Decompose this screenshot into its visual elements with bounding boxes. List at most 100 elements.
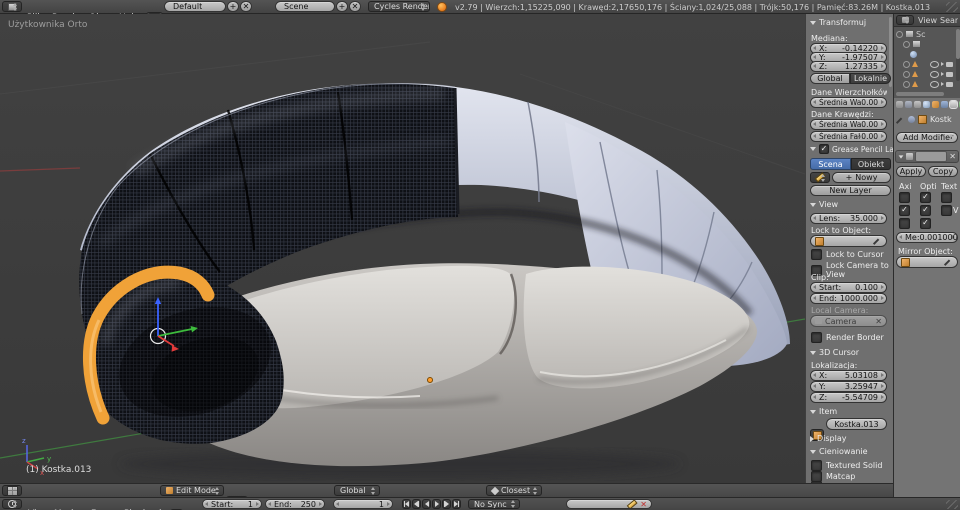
mirror-option-checkbox[interactable]: ✓ — [920, 218, 931, 229]
tab-constraints-icon[interactable] — [941, 101, 948, 108]
clip-start-field[interactable]: Start: 0.100 — [810, 282, 887, 293]
mean-crease-field[interactable]: Średnia Fałda:0.00 — [810, 131, 887, 142]
tab-world-icon[interactable] — [923, 101, 930, 108]
cursor-z-field[interactable]: Z: -5.54709 — [810, 392, 887, 403]
outliner-item-mesh[interactable] — [903, 79, 953, 89]
tab-renderlayers-icon[interactable] — [905, 101, 912, 108]
add-scene-button[interactable]: + — [336, 1, 348, 12]
cursor-x-field[interactable]: X: 5.03108 — [810, 370, 887, 381]
mirror-axis-x-checkbox[interactable] — [899, 192, 910, 203]
gp-scene-tab[interactable]: Scena — [810, 158, 851, 170]
panel-view-header[interactable]: View — [810, 200, 887, 209]
renderability-icon[interactable] — [946, 71, 953, 77]
global-button[interactable]: Global — [810, 73, 850, 84]
frame-start-field[interactable]: Start: 1 — [202, 499, 262, 509]
cursor-y-field[interactable]: Y: 3.25947 — [810, 381, 887, 392]
panel-grease-pencil-header[interactable]: ✓Grease Pencil Layers — [810, 144, 893, 154]
item-name-field[interactable]: Kostka.013 — [826, 418, 887, 430]
mirror-axis-y-checkbox[interactable]: ✓ — [899, 205, 910, 216]
viewport-canvas[interactable]: z y x — [0, 14, 806, 483]
mirror-modifier-header[interactable]: ✕ — [895, 150, 959, 163]
jump-to-next-keyframe-button[interactable] — [442, 499, 451, 509]
delete-modifier-button[interactable]: ✕ — [949, 152, 956, 161]
outliner-search-menu[interactable]: Search — [940, 16, 958, 25]
scene-field[interactable]: Scene — [275, 1, 335, 12]
mirror-texture-v-checkbox[interactable] — [941, 205, 952, 216]
corner-resize-grip[interactable] — [946, 500, 958, 509]
gp-draw-mode-button[interactable] — [810, 172, 830, 183]
gp-new-button[interactable]: + Nowy — [832, 172, 891, 183]
outliner-hscrollbar[interactable] — [896, 92, 944, 96]
editor-type-button-outliner[interactable] — [896, 15, 914, 25]
mode-select[interactable]: Edit Mode — [160, 485, 224, 496]
active-keying-set-field[interactable]: ✕ — [566, 499, 652, 509]
editor-type-button-3dview[interactable] — [2, 485, 22, 496]
render-border-row[interactable]: Render Border — [811, 332, 884, 343]
add-layout-button[interactable]: + — [227, 1, 239, 12]
editor-type-button-info[interactable] — [2, 1, 22, 12]
renderability-icon[interactable] — [946, 81, 953, 87]
gp-new-layer-button[interactable]: New Layer — [810, 185, 891, 196]
panel-3d-cursor-header[interactable]: 3D Cursor — [810, 348, 887, 357]
origin-dot[interactable] — [427, 377, 433, 383]
outliner-item-mesh[interactable] — [903, 69, 953, 79]
grease-pencil-checkbox[interactable]: ✓ — [819, 144, 829, 154]
properties-tabs[interactable] — [895, 100, 960, 109]
modifier-name-field[interactable] — [915, 151, 948, 162]
eyedropper-icon[interactable] — [873, 237, 882, 246]
merge-limit-field[interactable]: Me: 0.001000 — [896, 232, 958, 243]
lock-to-cursor-row[interactable]: Lock to Cursor — [811, 249, 884, 260]
outliner-item-scene[interactable]: Sc — [896, 29, 953, 39]
sync-mode-select[interactable]: No Sync — [468, 499, 520, 509]
lock-to-object-field[interactable] — [810, 235, 887, 247]
visibility-eye-icon[interactable] — [930, 70, 939, 78]
selectability-icon[interactable] — [941, 62, 944, 66]
transform-orientation-select[interactable]: Global — [334, 485, 380, 496]
outliner-view-menu[interactable]: View — [918, 16, 937, 25]
gp-object-tab[interactable]: Obiekt — [851, 158, 891, 170]
mirror-option-checkbox[interactable]: ✓ — [920, 205, 931, 216]
selectability-icon[interactable] — [941, 72, 944, 76]
mirror-axis-z-checkbox[interactable] — [899, 218, 910, 229]
add-modifier-dropdown[interactable]: Add Modifier — [896, 132, 958, 143]
textured-solid-row[interactable]: Textured Solid — [811, 460, 882, 471]
frame-end-field[interactable]: End: 250 — [265, 499, 325, 509]
selectability-icon[interactable] — [941, 82, 944, 86]
mean-bevel-edge-field[interactable]: Średnia Waga Sk:0.00 — [810, 119, 887, 130]
local-button[interactable]: Lokalnie — [850, 73, 891, 84]
lens-field[interactable]: Lens: 35.000 — [810, 213, 887, 224]
clip-end-field[interactable]: End: 1000.000 — [810, 293, 887, 304]
outliner-vscrollbar[interactable] — [956, 29, 960, 81]
outliner-item-world[interactable] — [910, 49, 953, 59]
current-frame-field[interactable]: 1 — [333, 499, 393, 509]
tab-render-icon[interactable] — [896, 101, 903, 108]
tab-modifiers-icon-active[interactable] — [949, 100, 958, 109]
tab-object-icon[interactable] — [932, 101, 939, 108]
outliner-item-mesh[interactable] — [903, 59, 953, 69]
outliner-item-renderlayer[interactable] — [903, 39, 953, 49]
visibility-eye-icon[interactable] — [930, 80, 939, 88]
close-layout-button[interactable]: ✕ — [240, 1, 252, 12]
copy-button[interactable]: Copy — [928, 166, 958, 177]
render-engine-select[interactable]: Cycles Render — [368, 1, 430, 12]
viewport-3d[interactable]: z y x Użytkownika Orto (1) Kostka.013 Tr… — [0, 14, 893, 483]
mirror-option-checkbox[interactable]: ✓ — [920, 192, 931, 203]
tab-scene-icon[interactable] — [914, 101, 921, 108]
snap-element-select[interactable]: Closest — [486, 485, 542, 496]
mirror-texture-u-checkbox[interactable] — [941, 192, 952, 203]
close-scene-button[interactable]: ✕ — [349, 1, 361, 12]
visibility-eye-icon[interactable] — [930, 60, 939, 68]
jump-to-start-button[interactable] — [402, 499, 411, 509]
mirror-object-field[interactable] — [896, 256, 958, 268]
renderability-icon[interactable] — [946, 61, 953, 67]
median-z-field[interactable]: Z: 1.27335 — [810, 61, 887, 72]
pin-icon[interactable] — [896, 115, 905, 124]
window-resize-grip[interactable] — [946, 2, 958, 12]
play-reverse-button[interactable] — [422, 499, 431, 509]
panel-item-header[interactable]: Item — [810, 407, 887, 416]
panel-display-header[interactable]: Display — [810, 434, 887, 443]
clear-keying-set-button[interactable]: ✕ — [640, 500, 647, 508]
screen-layout-field[interactable]: Default — [164, 1, 226, 12]
editor-type-button-timeline[interactable] — [2, 499, 22, 509]
eyedropper-icon[interactable] — [944, 258, 953, 267]
